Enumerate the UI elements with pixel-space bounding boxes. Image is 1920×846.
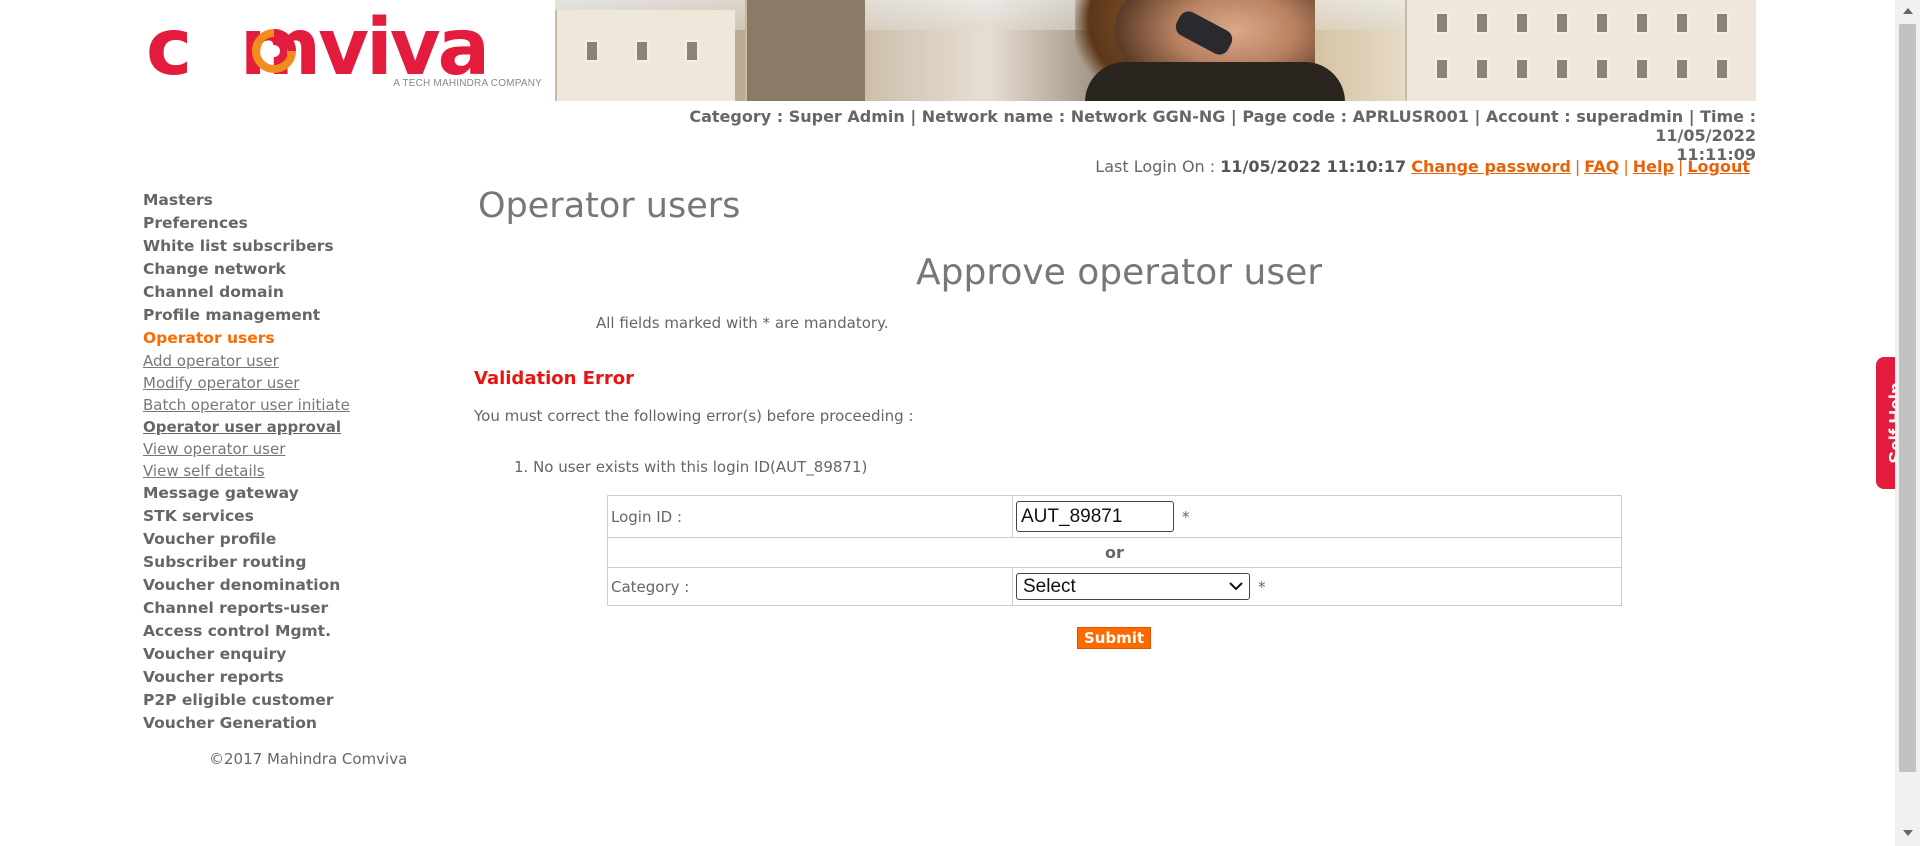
page-title: Operator users — [478, 186, 741, 226]
scrollbar[interactable] — [1895, 0, 1920, 846]
sidebar-item-stk-services[interactable]: STK services — [143, 505, 443, 528]
scroll-down-arrow-icon[interactable] — [1903, 830, 1913, 836]
sidebar-item-white-list-subscribers[interactable]: White list subscribers — [143, 235, 443, 258]
validation-error-title: Validation Error — [474, 368, 634, 389]
change-password-link[interactable]: Change password — [1411, 157, 1571, 176]
sidebar-subitem-view-operator-user[interactable]: View operator user — [143, 438, 443, 460]
sidebar-item-change-network[interactable]: Change network — [143, 258, 443, 281]
or-row: or — [608, 538, 1621, 568]
validation-error-item: 1. No user exists with this login ID(AUT… — [514, 458, 868, 476]
sidebar-item-voucher-profile[interactable]: Voucher profile — [143, 528, 443, 551]
category-select[interactable]: Select — [1016, 573, 1250, 600]
session-info-line1: Category : Super Admin | Network name : … — [689, 107, 1756, 145]
sidebar-item-subscriber-routing[interactable]: Subscriber routing — [143, 551, 443, 574]
sidebar-subitem-batch-operator-user-initiate[interactable]: Batch operator user initiate — [143, 394, 443, 416]
sidebar-subitem-operator-user-approval[interactable]: Operator user approval — [143, 416, 443, 438]
header: comviva A TECH MAHINDRA COMPANY — [143, 0, 1756, 101]
sidebar-subitem-add-operator-user[interactable]: Add operator user — [143, 350, 443, 372]
login-bar: Last Login On : 11/05/2022 11:10:17 Chan… — [1095, 157, 1750, 176]
scroll-thumb[interactable] — [1899, 24, 1916, 772]
approve-form: Login ID : AUT_89871 * or Category : Sel… — [607, 495, 1622, 606]
logo-tagline: A TECH MAHINDRA COMPANY — [393, 78, 542, 89]
sidebar-item-profile-management[interactable]: Profile management — [143, 304, 443, 327]
login-id-input[interactable]: AUT_89871 — [1016, 501, 1174, 532]
scroll-up-arrow-icon[interactable] — [1903, 8, 1913, 14]
last-login-timestamp: 11/05/2022 11:10:17 — [1220, 157, 1407, 176]
logo-swirl-icon — [252, 29, 296, 73]
sidebar-subitem-modify-operator-user[interactable]: Modify operator user — [143, 372, 443, 394]
required-mark: * — [1258, 577, 1266, 596]
sidebar-item-masters[interactable]: Masters — [143, 189, 443, 212]
login-id-label: Login ID : — [608, 496, 1013, 537]
validation-error-subtitle: You must correct the following error(s) … — [474, 407, 914, 425]
sidebar-item-voucher-denomination[interactable]: Voucher denomination — [143, 574, 443, 597]
category-select-value: Select — [1023, 575, 1076, 597]
last-login-label: Last Login On : — [1095, 157, 1216, 176]
sidebar-item-access-control-mgmt[interactable]: Access control Mgmt. — [143, 620, 443, 643]
copyright: ©2017 Mahindra Comviva — [209, 750, 408, 768]
sidebar-item-channel-domain[interactable]: Channel domain — [143, 281, 443, 304]
form-title: Approve operator user — [916, 252, 1323, 293]
category-row: Category : Select * — [608, 568, 1621, 605]
sidebar-item-voucher-reports[interactable]: Voucher reports — [143, 666, 443, 689]
sidebar-item-p2p-eligible-customer[interactable]: P2P eligible customer — [143, 689, 443, 712]
faq-link[interactable]: FAQ — [1584, 157, 1619, 176]
help-link[interactable]: Help — [1633, 157, 1674, 176]
session-info: Category : Super Admin | Network name : … — [596, 107, 1756, 164]
required-mark: * — [1182, 507, 1190, 526]
category-label: Category : — [608, 568, 1013, 605]
login-id-row: Login ID : AUT_89871 * — [608, 496, 1621, 538]
sidebar-item-operator-users[interactable]: Operator users — [143, 327, 443, 350]
submit-button[interactable]: Submit — [1077, 627, 1151, 649]
logo: comviva A TECH MAHINDRA COMPANY — [143, 0, 555, 101]
sidebar-item-message-gateway[interactable]: Message gateway — [143, 482, 443, 505]
chevron-down-icon — [1229, 582, 1243, 591]
sidebar-item-preferences[interactable]: Preferences — [143, 212, 443, 235]
sidebar-item-channel-reports-user[interactable]: Channel reports-user — [143, 597, 443, 620]
sidebar-item-voucher-generation[interactable]: Voucher Generation — [143, 712, 443, 735]
sidebar-subitem-view-self-details[interactable]: View self details — [143, 460, 443, 482]
header-banner-image — [555, 0, 1756, 101]
sidebar: Masters Preferences White list subscribe… — [143, 189, 443, 735]
logout-link[interactable]: Logout — [1687, 157, 1750, 176]
or-label: or — [1105, 543, 1124, 562]
sidebar-item-voucher-enquiry[interactable]: Voucher enquiry — [143, 643, 443, 666]
mandatory-note: All fields marked with * are mandatory. — [596, 314, 889, 332]
